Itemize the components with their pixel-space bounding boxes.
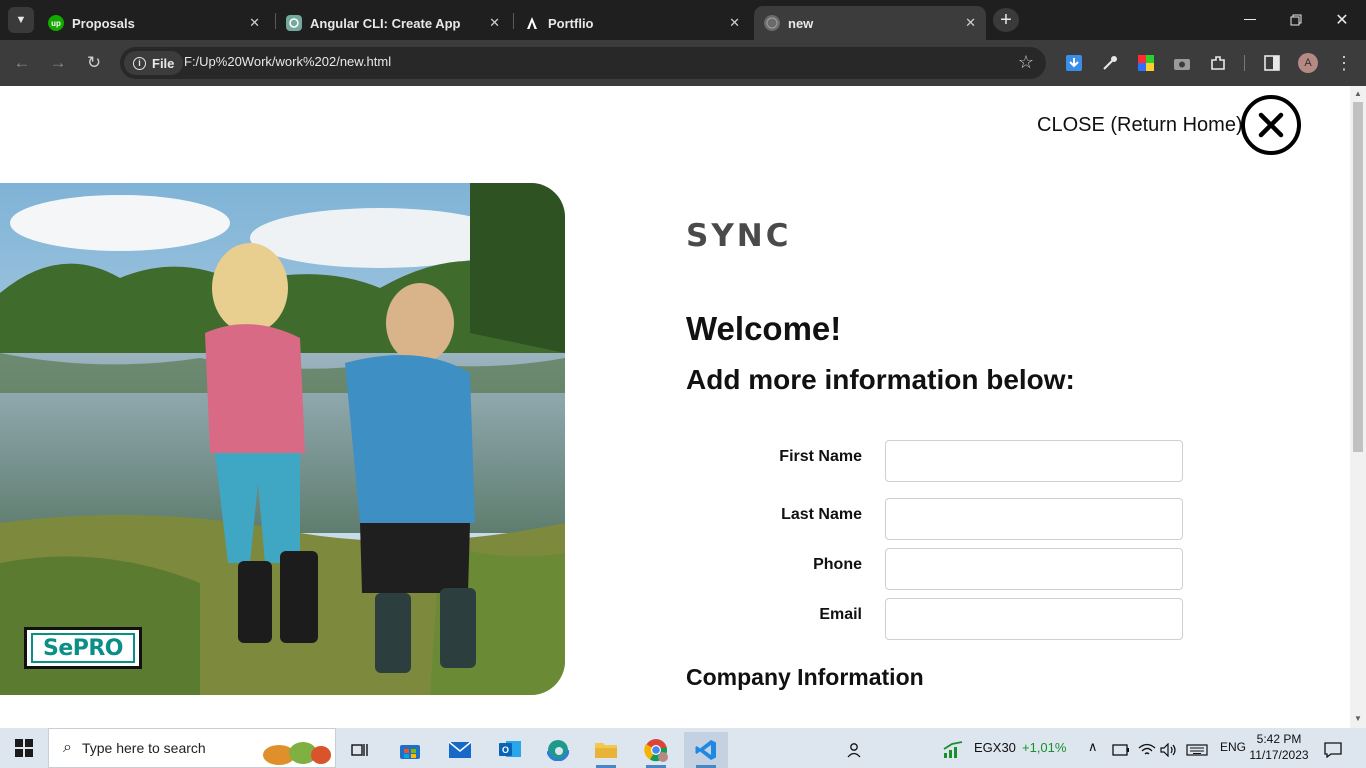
mail-icon[interactable]: [438, 732, 482, 768]
toolbar-divider: [1244, 55, 1245, 71]
phone-input[interactable]: [885, 548, 1183, 590]
tab-title: new: [788, 15, 814, 31]
task-view-icon[interactable]: [338, 732, 382, 768]
tab-proposals[interactable]: up Proposals ✕: [38, 6, 270, 40]
site-info-label: File: [152, 55, 175, 71]
tab-new[interactable]: new ✕: [754, 6, 986, 40]
site-info-chip[interactable]: i File: [124, 51, 184, 75]
info-icon: i: [133, 56, 146, 70]
windows-start-icon[interactable]: [0, 728, 48, 768]
keyboard-icon[interactable]: [1184, 732, 1210, 768]
windows-taskbar: ⌕ Type here to search O EGX30 +1,01% ∧ E…: [0, 728, 1366, 768]
extensions-puzzle-icon[interactable]: [1208, 53, 1228, 73]
edge-browser-icon[interactable]: [536, 732, 580, 768]
close-circle-icon[interactable]: [1241, 95, 1301, 155]
tab-angular-cli[interactable]: Angular CLI: Create App ✕: [276, 6, 510, 40]
search-highlight-art: [263, 742, 331, 765]
sepro-logo: SePRO: [24, 627, 142, 669]
color-palette-icon[interactable]: [1136, 53, 1156, 73]
side-panel-icon[interactable]: [1262, 53, 1282, 73]
stock-change: +1,01%: [1022, 740, 1067, 755]
eyedropper-icon[interactable]: [1100, 53, 1120, 73]
taskbar-search-placeholder: Type here to search: [81, 740, 206, 756]
tab-close-icon[interactable]: ✕: [729, 15, 740, 31]
upwork-icon: up: [48, 15, 64, 31]
minimize-icon[interactable]: [1230, 8, 1270, 32]
scroll-thumb[interactable]: [1353, 102, 1363, 452]
browser-tab-bar: ▼ up Proposals ✕ Angular CLI: Create App…: [0, 0, 1366, 40]
tab-close-icon[interactable]: ✕: [489, 15, 500, 31]
notification-icon[interactable]: [1318, 732, 1348, 768]
kebab-menu-icon[interactable]: ⋮: [1334, 53, 1354, 73]
clock-time: 5:42 PM: [1256, 732, 1302, 746]
battery-icon[interactable]: [1110, 732, 1132, 768]
phone-label: Phone: [813, 556, 862, 573]
web-page: CLOSE (Return Home) SePRO SYNC Welcome! …: [0, 86, 1350, 728]
window-close-icon[interactable]: ✕: [1322, 8, 1362, 32]
language-indicator[interactable]: ENG: [1220, 740, 1246, 754]
clock-date: 11/17/2023: [1249, 748, 1309, 762]
address-bar[interactable]: i File F:/Up%20Work/work%202/new.html ☆: [120, 47, 1046, 79]
tab-close-icon[interactable]: ✕: [249, 15, 260, 31]
clock[interactable]: 5:42 PM 11/17/2023: [1248, 731, 1310, 763]
chrome-icon[interactable]: [634, 732, 678, 768]
welcome-heading: Welcome!: [686, 310, 842, 347]
angular-icon: [524, 15, 540, 31]
download-icon[interactable]: [1064, 53, 1084, 73]
chatgpt-icon: [286, 15, 302, 31]
tab-title: Portflio: [548, 15, 594, 31]
svg-text:O: O: [502, 745, 509, 755]
wifi-icon[interactable]: [1136, 732, 1158, 768]
first-name-label: First Name: [779, 448, 862, 465]
tab-title: Angular CLI: Create App: [310, 15, 461, 31]
last-name-label: Last Name: [781, 506, 862, 523]
globe-icon: [764, 15, 780, 31]
outlook-icon[interactable]: O: [488, 732, 532, 768]
stock-chart-icon[interactable]: [936, 732, 970, 768]
people-icon[interactable]: [832, 732, 876, 768]
restore-icon[interactable]: [1276, 8, 1316, 32]
browser-toolbar: ← → ↻ i File F:/Up%20Work/work%202/new.h…: [0, 40, 1366, 86]
email-input[interactable]: [885, 598, 1183, 640]
form-subtitle: Add more information below:: [686, 364, 1075, 395]
first-name-input[interactable]: [885, 440, 1183, 482]
tab-search-chevron-icon[interactable]: ▼: [8, 7, 34, 33]
last-name-input[interactable]: [885, 498, 1183, 540]
vscode-icon[interactable]: [684, 732, 728, 768]
email-label: Email: [819, 606, 862, 623]
reload-icon[interactable]: ↻: [82, 51, 106, 75]
profile-avatar[interactable]: A: [1298, 53, 1318, 73]
page-scrollbar[interactable]: ▲ ▼: [1350, 86, 1366, 728]
scroll-down-arrow-icon[interactable]: ▼: [1354, 714, 1362, 723]
stock-symbol[interactable]: EGX30: [974, 740, 1016, 755]
url-text[interactable]: F:/Up%20Work/work%202/new.html: [184, 54, 391, 69]
sync-brand-logo: SYNC: [686, 218, 792, 254]
back-arrow-icon[interactable]: ←: [10, 51, 34, 75]
scroll-up-arrow-icon[interactable]: ▲: [1354, 89, 1362, 98]
show-hidden-icons-chevron-icon[interactable]: ∧: [1088, 739, 1098, 755]
tab-portflio[interactable]: Portflio ✕: [514, 6, 750, 40]
tab-close-icon[interactable]: ✕: [965, 15, 976, 31]
camera-icon[interactable]: [1172, 53, 1192, 73]
volume-icon[interactable]: [1158, 732, 1180, 768]
bookmark-star-icon[interactable]: ☆: [1018, 52, 1034, 73]
tab-title: Proposals: [72, 15, 135, 31]
company-information-heading: Company Information: [686, 664, 924, 690]
microsoft-store-icon[interactable]: [388, 732, 432, 768]
forward-arrow-icon[interactable]: →: [46, 51, 70, 75]
hero-photo-children-by-lake: [0, 183, 565, 695]
close-return-home-link[interactable]: CLOSE (Return Home): [1037, 114, 1243, 137]
file-explorer-icon[interactable]: [584, 732, 628, 768]
taskbar-search-box[interactable]: ⌕ Type here to search: [48, 728, 336, 768]
new-tab-plus-icon[interactable]: +: [993, 8, 1019, 32]
sepro-logo-text: SePRO: [31, 633, 135, 663]
search-icon: ⌕: [63, 739, 72, 756]
